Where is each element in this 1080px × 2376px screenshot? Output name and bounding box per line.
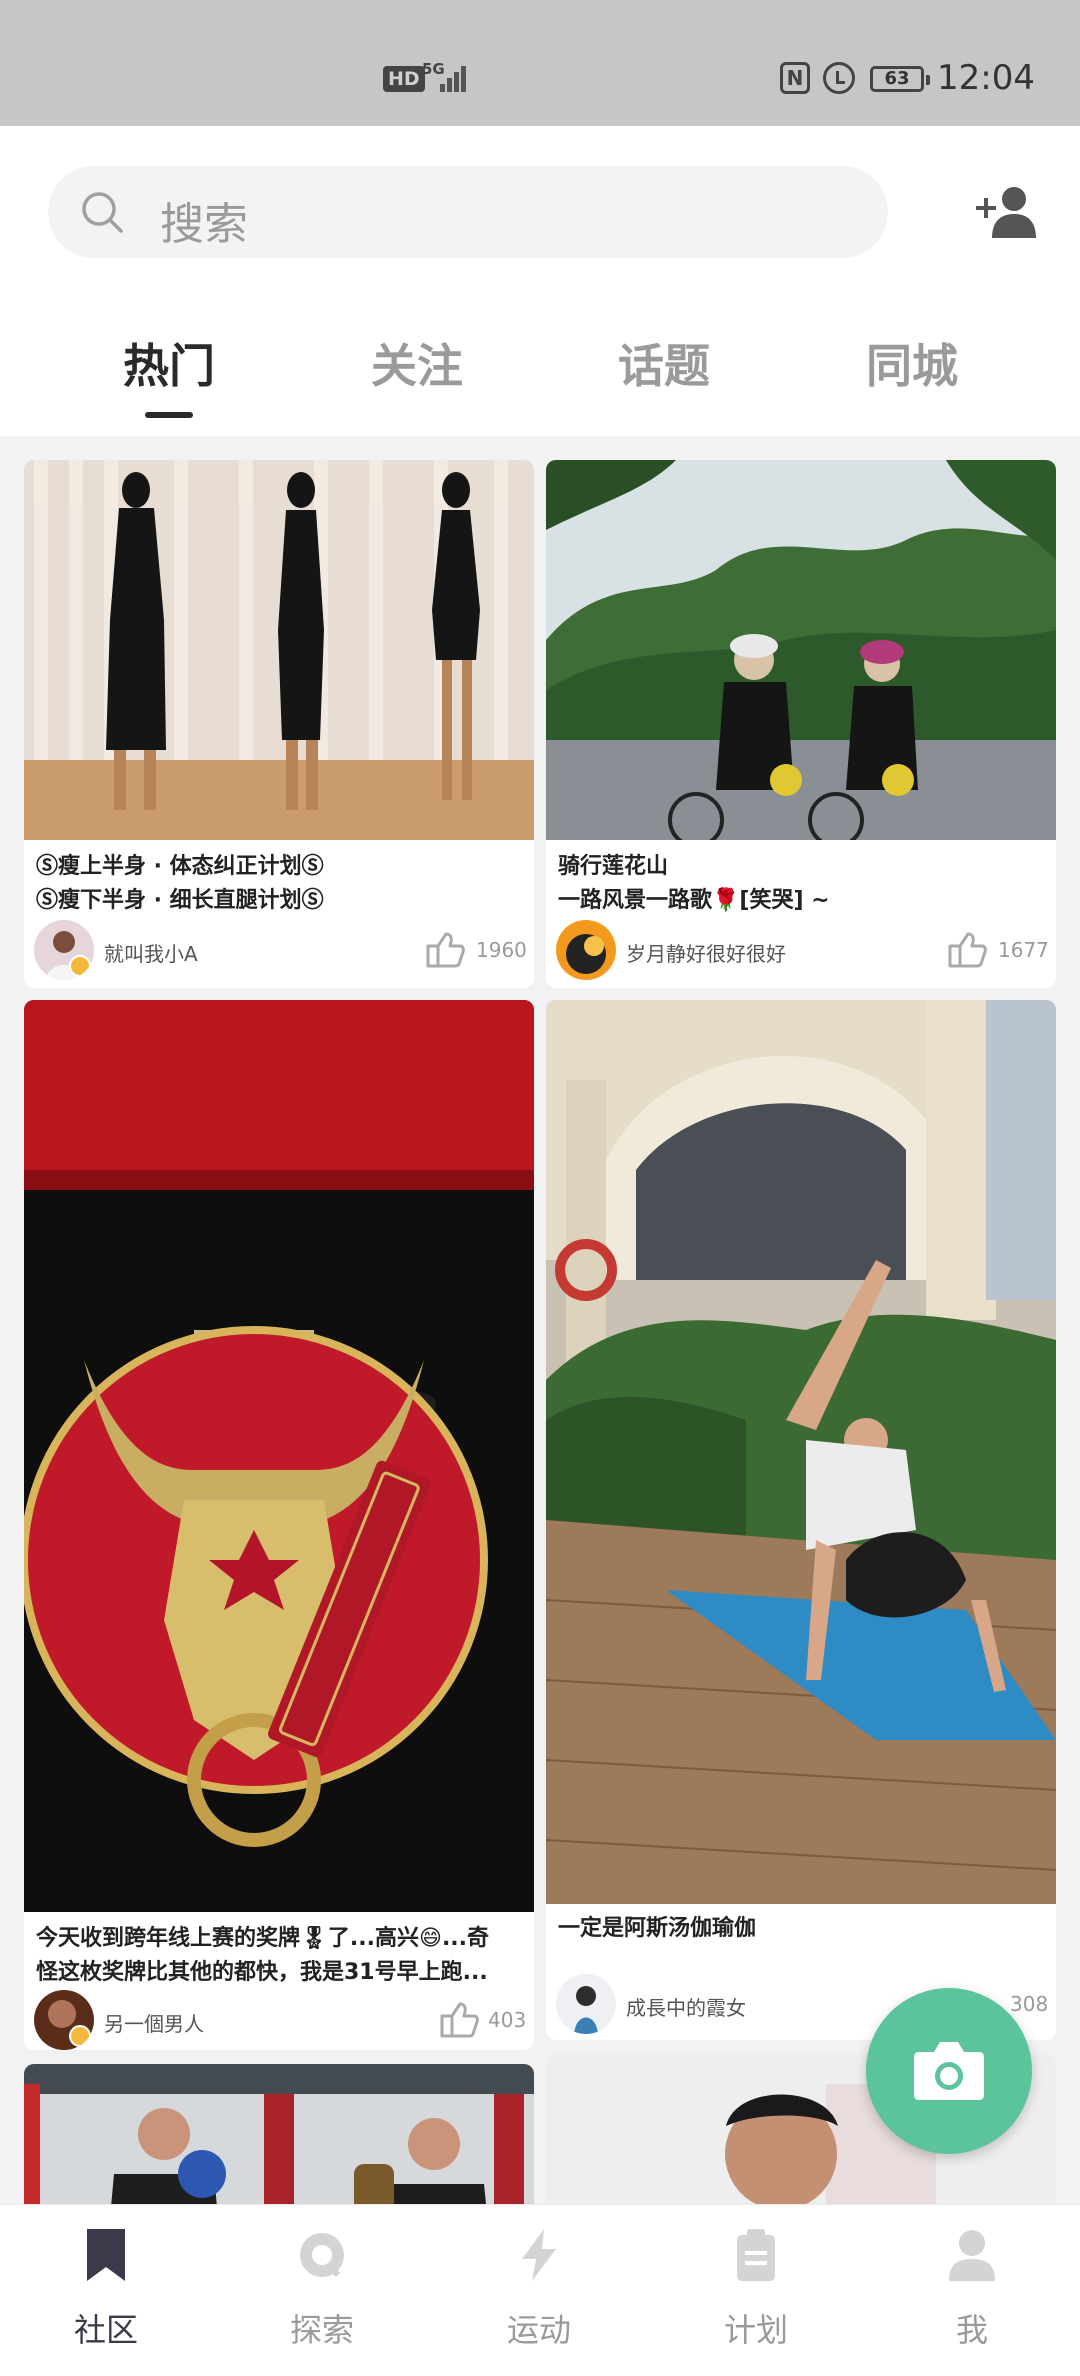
battery-icon: 63 [870,66,930,92]
feed-card[interactable]: Ⓢ瘦上半身 · 体态纠正计划Ⓢ Ⓢ瘦下半身 · 细长直腿计划Ⓢ 就叫我小A 19… [24,460,534,988]
card-image [24,1000,534,1912]
feed-card[interactable] [24,2064,534,2204]
thumbs-up-icon[interactable] [946,930,988,970]
card-title: Ⓢ瘦下半身 · 细长直腿计划Ⓢ [36,888,324,913]
camera-button[interactable] [866,1988,1032,2154]
card-image [546,460,1056,840]
card-title: 一路风景一路歌🌹[笑哭] ~ [558,888,830,913]
card-image [546,1000,1056,1904]
like-count: 1677 [998,938,1049,962]
nfc-icon: N [780,62,810,94]
tab-topics[interactable]: 话题 [594,330,734,396]
signal-icon [440,62,472,92]
nav-label: 计划 [723,2311,788,2349]
nav-label: 探索 [289,2311,354,2349]
nav-me[interactable]: 我 [897,2205,1047,2376]
like-count: 308 [1010,1992,1049,2016]
card-author[interactable]: 岁月静好很好很好 [626,938,786,967]
add-friend-icon[interactable] [976,186,1040,238]
nav-community[interactable]: 社区 [31,2205,181,2376]
nav-plan[interactable]: 计划 [681,2205,831,2376]
feed-card[interactable]: 今天收到跨年线上赛的奖牌🎖了...高兴😄...奇 怪这枚奖牌比其他的都快，我是3… [24,1000,534,2050]
clock: 12:04 [937,58,1035,98]
feed-card[interactable]: 骑行莲花山 一路风景一路歌🌹[笑哭] ~ 岁月静好很好很好 1677 [546,460,1056,988]
nav-label: 运动 [506,2311,571,2349]
nav-workout[interactable]: 运动 [464,2205,614,2376]
card-title: 骑行莲花山 [558,854,669,879]
nav-label: 我 [955,2311,988,2349]
like-count: 1960 [476,938,527,962]
feed-tabs: 热门 关注 话题 同城 [0,330,1080,420]
person-icon [949,2230,995,2281]
status-bar: HD 5G N 63 12:04 [0,0,1080,126]
search-input[interactable]: 搜索 [48,166,888,258]
explore-icon [300,2233,344,2278]
tab-local[interactable]: 同城 [842,330,982,396]
like-count: 403 [488,2008,527,2032]
nav-explore[interactable]: 探索 [247,2205,397,2376]
tab-hot[interactable]: 热门 [99,330,239,396]
bottom-nav: 社区 探索 运动 计划 我 [0,2204,1080,2376]
search-placeholder: 搜索 [160,199,248,250]
lightning-icon [522,2229,556,2281]
feed-card[interactable]: 一定是阿斯汤伽瑜伽 成長中的霞女 308 [546,1000,1056,2040]
header: 搜索 热门 关注 话题 同城 [0,126,1080,436]
bookmark-icon [87,2229,125,2281]
nav-label: 社区 [73,2311,138,2349]
card-author[interactable]: 另一個男人 [104,2008,204,2037]
thumbs-up-icon[interactable] [438,2000,480,2040]
avatar[interactable] [34,1990,94,2050]
card-image [24,2064,534,2204]
card-title: 怪这枚奖牌比其他的都快，我是31号早上跑... [36,1960,488,1985]
search-icon [82,192,123,233]
card-title: 今天收到跨年线上赛的奖牌🎖了...高兴😄...奇 [36,1926,490,1951]
alarm-icon [823,62,855,94]
avatar[interactable] [556,920,616,980]
clipboard-icon [737,2229,775,2281]
avatar[interactable] [34,920,94,980]
feed[interactable]: Ⓢ瘦上半身 · 体态纠正计划Ⓢ Ⓢ瘦下半身 · 细长直腿计划Ⓢ 就叫我小A 19… [0,436,1080,2204]
card-title: 一定是阿斯汤伽瑜伽 [558,1916,757,1941]
card-title: Ⓢ瘦上半身 · 体态纠正计划Ⓢ [36,854,324,879]
avatar[interactable] [556,1974,616,2034]
card-image [24,460,534,840]
card-author[interactable]: 就叫我小A [104,938,198,967]
tab-following[interactable]: 关注 [347,330,487,396]
tab-indicator [145,412,193,418]
thumbs-up-icon[interactable] [424,930,466,970]
card-author[interactable]: 成長中的霞女 [626,1992,746,2021]
hd-badge: HD [383,66,425,92]
